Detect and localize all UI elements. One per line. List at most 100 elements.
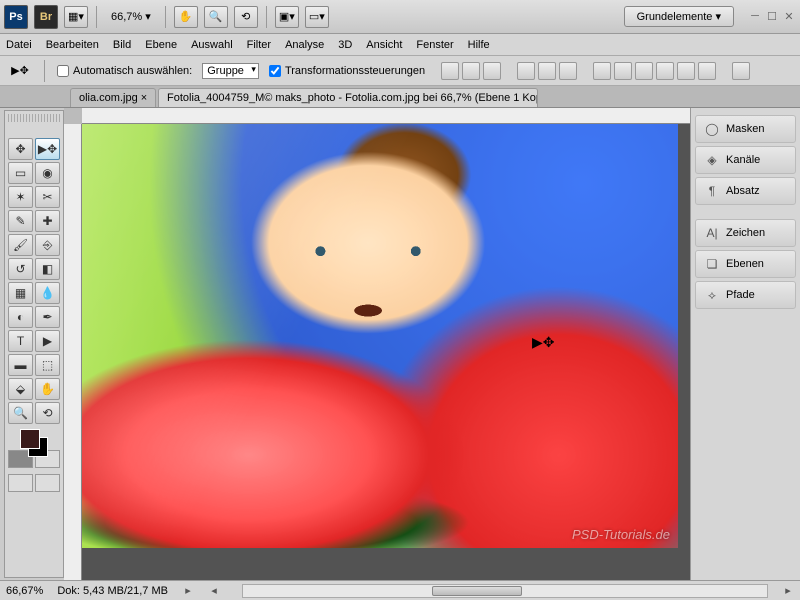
align-left-icon[interactable] [517,62,535,80]
rotate-tool[interactable]: ⟲ [35,402,60,424]
status-bar: 66,67% Dok: 5,43 MB/21,7 MB ▸ ◂ ▸ [0,580,800,600]
menu-ansicht[interactable]: Ansicht [366,39,402,51]
distribute-h-icon[interactable] [593,62,611,80]
status-doc[interactable]: Dok: 5,43 MB/21,7 MB [57,585,168,597]
options-bar: ▶✥ Automatisch auswählen: Gruppe Transfo… [0,56,800,86]
document-tabs: olia.com.jpg × Fotolia_4004759_M© maks_p… [0,86,800,108]
menu-3d[interactable]: 3D [338,39,352,51]
distribute-5-icon[interactable] [677,62,695,80]
eyedropper-tool[interactable]: ✎ [8,210,33,232]
panel-ebenen[interactable]: ❏Ebenen [695,250,796,278]
3d-tool[interactable]: ⬚ [35,354,60,376]
minimize-button[interactable]: ─ [748,10,762,24]
brush-tool[interactable]: 🖌 [8,234,33,256]
scrollbar-thumb[interactable] [432,586,522,596]
screenmode-2[interactable] [35,474,60,492]
watermark: PSD-Tutorials.de [572,527,670,542]
menu-fenster[interactable]: Fenster [416,39,453,51]
layout-dropdown[interactable]: ▦▾ [64,6,88,28]
type-tool[interactable]: T [8,330,33,352]
gradient-tool[interactable]: ▦ [8,282,33,304]
panels-dock: ◯Masken ◈Kanäle ¶Absatz A|Zeichen ❏Ebene… [690,108,800,580]
dodge-tool[interactable]: ◐ [8,306,33,328]
panel-zeichen[interactable]: A|Zeichen [695,219,796,247]
ebenen-icon: ❏ [704,257,720,271]
panel-absatz[interactable]: ¶Absatz [695,177,796,205]
masken-icon: ◯ [704,122,720,136]
align-hcenter-icon[interactable] [538,62,556,80]
blur-tool[interactable]: 💧 [35,282,60,304]
menu-bild[interactable]: Bild [113,39,131,51]
auto-select-checkbox[interactable]: Automatisch auswählen: [57,65,192,77]
hand-tool[interactable]: ✋ [35,378,60,400]
move-tool-selected[interactable]: ▶✥ [35,138,60,160]
auto-align-icon[interactable] [732,62,750,80]
tab-active[interactable]: Fotolia_4004759_M© maks_photo - Fotolia.… [158,88,538,107]
hand-tool-shortcut[interactable]: ✋ [174,6,198,28]
scroll-right-arrow[interactable]: ▸ [782,585,794,597]
menu-datei[interactable]: Datei [6,39,32,51]
zoom-tool-shortcut[interactable]: 🔍 [204,6,228,28]
quick-select-tool[interactable]: ✶ [8,186,33,208]
menu-bar: Datei Bearbeiten Bild Ebene Auswahl Filt… [0,34,800,56]
distribute-4-icon[interactable] [656,62,674,80]
align-right-icon[interactable] [559,62,577,80]
shape-tool[interactable]: ▬ [8,354,33,376]
healing-tool[interactable]: ✚ [35,210,60,232]
screenmode-1[interactable] [8,474,33,492]
zoom-tool[interactable]: 🔍 [8,402,33,424]
menu-bearbeiten[interactable]: Bearbeiten [46,39,99,51]
document-image[interactable]: PSD-Tutorials.de [82,124,678,548]
photoshop-app-icon[interactable]: Ps [4,5,28,29]
menu-hilfe[interactable]: Hilfe [468,39,490,51]
canvas-area: PSD-Tutorials.de ▶✥ [64,108,690,580]
absatz-icon: ¶ [704,184,720,198]
current-tool-icon[interactable]: ▶✥ [8,61,32,81]
ruler-horizontal[interactable] [82,108,690,124]
tab-inactive[interactable]: olia.com.jpg × [70,88,156,107]
eraser-tool[interactable]: ◧ [35,258,60,280]
canvas[interactable]: PSD-Tutorials.de ▶✥ [82,124,690,580]
horizontal-scrollbar[interactable] [242,584,768,598]
zoom-level[interactable]: 66,7% ▾ [105,10,157,23]
align-vcenter-icon[interactable] [462,62,480,80]
stamp-tool[interactable]: ⎆ [35,234,60,256]
crop-tool[interactable]: ✂ [35,186,60,208]
lasso-tool[interactable]: ◉ [35,162,60,184]
move-tool[interactable]: ✥ [8,138,33,160]
menu-ebene[interactable]: Ebene [145,39,177,51]
3d-camera-tool[interactable]: ⬙ [8,378,33,400]
align-top-icon[interactable] [441,62,459,80]
maximize-button[interactable]: ☐ [765,10,779,24]
panel-kanaele[interactable]: ◈Kanäle [695,146,796,174]
status-zoom[interactable]: 66,67% [6,585,43,597]
menu-analyse[interactable]: Analyse [285,39,324,51]
status-menu-arrow[interactable]: ▸ [182,585,194,597]
kanaele-icon: ◈ [704,153,720,167]
ruler-vertical[interactable] [64,124,82,580]
panel-masken[interactable]: ◯Masken [695,115,796,143]
marquee-tool[interactable]: ▭ [8,162,33,184]
align-bottom-icon[interactable] [483,62,501,80]
screen-mode[interactable]: ▭▾ [305,6,329,28]
arrange-docs[interactable]: ▣▾ [275,6,299,28]
distribute-v-icon[interactable] [614,62,632,80]
tools-panel: ✥ ▶✥ ▭ ◉ ✶ ✂ ✎ ✚ 🖌 ⎆ ↺ ◧ ▦ 💧 ◐ ✒ T ▶ ▬ ⬚… [4,110,64,578]
bridge-icon[interactable]: Br [34,5,58,29]
menu-filter[interactable]: Filter [247,39,271,51]
history-brush-tool[interactable]: ↺ [8,258,33,280]
menu-auswahl[interactable]: Auswahl [191,39,233,51]
auto-select-mode[interactable]: Gruppe [202,63,259,79]
distribute-3-icon[interactable] [635,62,653,80]
pen-tool[interactable]: ✒ [35,306,60,328]
workspace-switcher[interactable]: Grundelemente ▾ [624,6,734,27]
transform-controls-checkbox[interactable]: Transformationssteuerungen [269,65,425,77]
distribute-6-icon[interactable] [698,62,716,80]
scroll-left-arrow[interactable]: ◂ [208,585,220,597]
close-button[interactable]: ✕ [782,10,796,24]
zeichen-icon: A| [704,226,720,240]
panel-pfade[interactable]: ⟡Pfade [695,281,796,309]
foreground-color[interactable] [20,429,40,449]
path-select-tool[interactable]: ▶ [35,330,60,352]
rotate-view-shortcut[interactable]: ⟲ [234,6,258,28]
